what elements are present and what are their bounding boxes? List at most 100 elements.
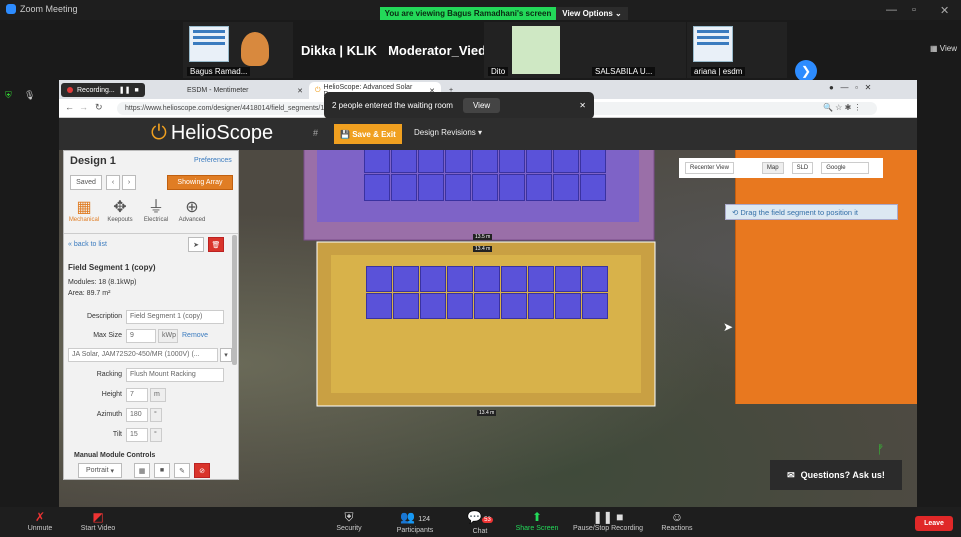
max-size-field[interactable]: 9 [126,329,156,343]
solar-module[interactable] [447,266,473,292]
participants-button[interactable]: 👥 124 Participants [380,510,450,534]
map-toggle-button[interactable]: Map [761,162,784,174]
tab-advanced[interactable]: ⊕ Advanced [176,199,208,223]
solar-module[interactable] [420,266,446,292]
grid-module-icon[interactable]: ▦ [134,463,150,478]
design-revisions-menu[interactable]: Design Revisions ▾ [414,128,482,137]
solar-module[interactable] [366,293,392,319]
solar-module[interactable] [391,150,417,173]
helioscope-logo[interactable]: ⏻ HelioScope [151,122,273,145]
view-options-button[interactable]: View Options ⌄ [556,7,628,20]
solar-module[interactable] [445,150,471,173]
solar-module[interactable] [555,266,581,292]
save-exit-button[interactable]: 💾 Save & Exit [334,124,402,144]
stop-icon[interactable]: ■ [134,87,138,94]
grid-icon[interactable]: # [313,128,318,138]
participant-tile[interactable]: Moderator_Vied... [385,22,500,78]
back-to-list-link[interactable]: « back to list [68,241,107,248]
solar-module[interactable] [582,293,608,319]
participant-tile[interactable]: Dikka | KLIK [298,22,380,78]
solar-module[interactable] [499,174,525,201]
solar-module[interactable] [418,174,444,201]
module-select-arrow-icon[interactable]: ▾ [220,348,232,362]
solar-module[interactable] [393,266,419,292]
minimize-icon[interactable]: — [886,4,897,16]
preferences-link[interactable]: Preferences [194,157,232,164]
solar-module[interactable] [555,293,581,319]
solid-module-icon[interactable]: ■ [154,463,170,478]
map-canvas[interactable]: 13.5 m 13.4 m 13.4 m Recenter View Map S… [59,150,917,507]
pause-stop-recording-button[interactable]: ❚❚ ■ Pause/Stop Recording [568,510,648,532]
waiting-room-view-button[interactable]: View [462,98,501,113]
solar-module[interactable] [364,174,390,201]
solar-module[interactable] [528,293,554,319]
solar-module[interactable] [580,150,606,173]
solar-module[interactable] [474,266,500,292]
solar-module[interactable] [366,266,392,292]
solar-module[interactable] [526,174,552,201]
leave-button[interactable]: Leave [915,516,953,531]
azimuth-field[interactable]: 180 [126,408,148,422]
height-field[interactable]: 7 [126,388,148,402]
solar-module[interactable] [499,150,525,173]
browser-actions-icons[interactable]: 🔍 ☆ ✱ ⋮ [823,103,862,112]
solar-module[interactable] [582,266,608,292]
participant-tile[interactable]: Bagus Ramad... [183,22,293,78]
tilt-field[interactable]: 15 [126,428,148,442]
solar-module[interactable] [472,150,498,173]
tab-keepouts[interactable]: ✥ Keepouts [104,199,136,223]
recording-indicator[interactable]: Recording... ❚❚ ■ [61,83,145,97]
solar-module[interactable] [391,174,417,201]
saved-button[interactable]: Saved [70,175,102,190]
pause-icon[interactable]: ❚❚ [119,86,131,94]
participant-tile[interactable]: Dito [484,22,588,78]
solar-module[interactable] [472,174,498,201]
solar-module[interactable] [553,174,579,201]
locate-icon[interactable]: ➤ [188,237,204,252]
sld-toggle-button[interactable]: SLD [791,162,814,174]
gallery-next-icon[interactable]: ❯ [795,60,817,82]
solar-module[interactable] [418,150,444,173]
tab-mechanical[interactable]: ▦ Mechanical [68,199,100,223]
recenter-view-button[interactable]: Recenter View [685,162,734,174]
remove-link[interactable]: Remove [182,332,208,339]
racking-select[interactable]: Flush Mount Racking [126,368,224,382]
solar-module[interactable] [528,266,554,292]
solar-module[interactable] [474,293,500,319]
solar-module[interactable] [501,293,527,319]
questions-button[interactable]: ✉ Questions? Ask us! [770,460,902,490]
maximize-icon[interactable]: ▫ [912,4,916,16]
solar-module[interactable] [553,150,579,173]
google-tiles-select[interactable]: Google [821,162,870,174]
solar-module[interactable] [447,293,473,319]
share-screen-button[interactable]: ⬆ Share Screen [502,510,572,532]
prev-icon[interactable]: ‹ [106,175,120,190]
edit-icon[interactable]: ✎ [174,463,190,478]
participant-tile[interactable]: SALSABILA U... [588,22,686,78]
field-segment-right[interactable] [735,150,917,404]
view-button[interactable]: ▦ View [930,44,957,53]
solar-module[interactable] [364,150,390,173]
solar-module[interactable] [501,266,527,292]
close-icon[interactable]: ✕ [940,4,949,17]
solar-module[interactable] [445,174,471,201]
participant-tile[interactable]: ariana | esdm [687,22,787,78]
solar-module[interactable] [526,150,552,173]
description-field[interactable]: Field Segment 1 (copy) [126,310,224,324]
close-icon[interactable]: ✕ [579,101,586,110]
reactions-button[interactable]: ☺ Reactions [642,510,712,532]
close-icon[interactable]: ✕ [297,87,303,95]
solar-module[interactable] [580,174,606,201]
start-video-button[interactable]: ◩ Start Video [63,510,133,532]
security-button[interactable]: ⛨ Security [314,510,384,532]
browser-tab[interactable]: ESDM - Mentimeter ✕ [181,82,309,99]
clear-icon[interactable]: ⊘ [194,463,210,478]
solar-module[interactable] [393,293,419,319]
portrait-select[interactable]: Portrait ▾ [78,463,122,478]
module-select[interactable]: JA Solar, JAM72S20-450/MR (1000V) (... [68,348,218,362]
reload-icon[interactable]: ↻ [95,102,103,113]
back-icon[interactable]: ← [65,102,74,112]
tab-electrical[interactable]: ⏚ Electrical [140,199,172,223]
next-icon[interactable]: › [122,175,136,190]
scrollbar[interactable] [232,235,237,365]
